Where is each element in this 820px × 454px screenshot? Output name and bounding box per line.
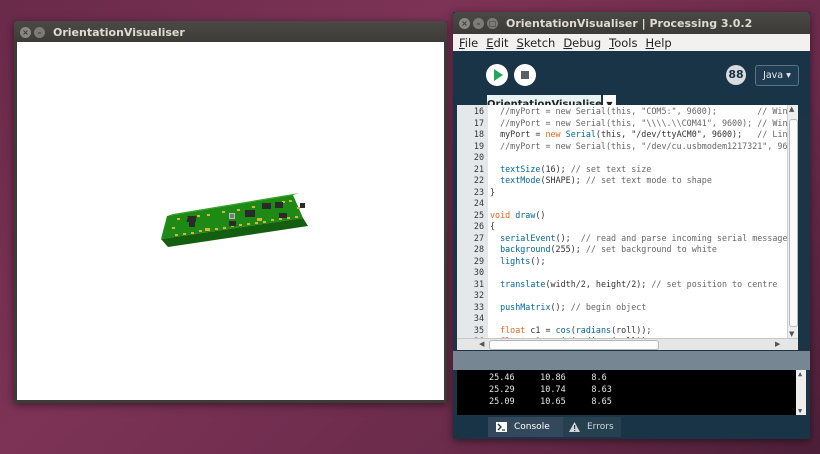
line-number: 22 [473, 175, 484, 185]
line-number: 16 [473, 106, 484, 116]
code-text: //myPort = new Serial(this, "COM5:", 960… [500, 106, 788, 116]
visualiser-titlebar[interactable]: × – OrientationVisualiser [14, 21, 447, 43]
line-number: 26 [473, 221, 484, 231]
line-number: 30 [473, 267, 484, 277]
code-text: lights(); [500, 255, 546, 266]
line-number: 33 [473, 301, 484, 312]
errors-tab-label: Errors [587, 422, 614, 432]
ide-titlebar[interactable]: × – □ OrientationVisualiser | Processing… [453, 12, 810, 34]
visualiser-window: × – OrientationVisualiser [14, 21, 447, 403]
tab-errors[interactable]: Errors [563, 417, 621, 437]
editor-console-splitter[interactable] [453, 351, 810, 370]
tab-console[interactable]: Console [488, 417, 563, 437]
window-minimize-icon[interactable]: – [34, 26, 45, 38]
editor-vertical-scroll-thumb[interactable] [789, 119, 798, 327]
warning-icon [569, 422, 580, 432]
console-line: 25.29 10.74 8.63 [489, 385, 612, 395]
menu-edit[interactable]: Edit [483, 36, 511, 50]
window-maximize-icon[interactable]: □ [487, 17, 498, 29]
code-text: background(255); // set background to wh… [500, 244, 717, 254]
code-text: //myPort = new Serial(this, "/dev/cu.usb… [500, 140, 788, 151]
line-number: 17 [473, 117, 484, 128]
pcb-board-render [161, 193, 308, 247]
console-line: 25.46 10.86 8.6 [489, 373, 607, 383]
console-output[interactable]: 25.46 10.86 8.6 25.29 10.74 8.63 25.09 1… [457, 370, 806, 415]
code-text: textMode(SHAPE); // set text mode to sha… [500, 175, 712, 185]
menu-bar: File Edit Sketch Debug Tools Help [453, 34, 810, 51]
debug-butterfly-icon[interactable]: 88 [726, 65, 746, 85]
editor-horizontal-scrollbar[interactable]: ◀ ▶ [457, 338, 798, 350]
console-tab-label: Console [514, 422, 550, 432]
line-number: 35 [473, 324, 484, 335]
window-close-icon[interactable]: × [459, 17, 470, 29]
code-text: void draw() [490, 209, 546, 220]
code-text: translate(width/2, height/2); // set pos… [500, 278, 778, 289]
menu-file[interactable]: File [456, 36, 481, 50]
terminal-icon [496, 422, 507, 432]
visualiser-title: OrientationVisualiser [53, 25, 185, 39]
scroll-left-icon[interactable]: ◀ [479, 340, 484, 348]
ide-toolbar: 88 Java ▾ [453, 51, 810, 95]
editor-vertical-scrollbar[interactable]: ▲ ▼ [787, 105, 798, 350]
console-scrollbar[interactable]: ▲ ▼ [796, 370, 806, 415]
line-number: 29 [473, 255, 484, 266]
code-text: //myPort = new Serial(this, "\\\\.\\COM4… [500, 117, 788, 128]
scroll-up-icon[interactable]: ▲ [798, 370, 802, 378]
run-button[interactable] [486, 64, 508, 86]
scroll-down-icon[interactable]: ▼ [798, 407, 802, 415]
code-text: } [490, 186, 496, 197]
code-text: myPort = new Serial(this, "/dev/ttyACM0"… [490, 129, 788, 139]
code-text: { [490, 221, 496, 231]
scroll-down-icon[interactable]: ▼ [789, 330, 794, 338]
ide-title: OrientationVisualiser | Processing 3.0.2 [506, 16, 753, 30]
menu-debug[interactable]: Debug [560, 36, 604, 50]
line-number: 27 [473, 232, 484, 243]
line-number: 21 [473, 163, 484, 174]
line-number: 23 [473, 186, 484, 197]
mode-selector[interactable]: Java ▾ [755, 65, 799, 86]
scroll-up-icon[interactable]: ▲ [789, 105, 794, 113]
line-number: 18 [473, 129, 484, 139]
menu-help[interactable]: Help [642, 36, 674, 50]
code-text: serialEvent(); // read and parse incomin… [500, 232, 788, 243]
line-number: 20 [473, 152, 484, 162]
sketch-canvas[interactable] [17, 42, 444, 400]
code-text: float c1 = cos(radians(roll)); [500, 324, 652, 335]
line-number: 28 [473, 244, 484, 254]
menu-sketch[interactable]: Sketch [514, 36, 559, 50]
menu-tools[interactable]: Tools [606, 36, 640, 50]
scroll-right-icon[interactable]: ▶ [775, 340, 780, 348]
code-editor[interactable]: 16 //myPort = new Serial(this, "COM5:", … [457, 105, 798, 350]
console-tabs: Console Errors [453, 415, 810, 439]
window-minimize-icon[interactable]: – [473, 17, 484, 29]
stop-button[interactable] [514, 64, 536, 86]
editor-horizontal-scroll-thumb[interactable] [489, 340, 659, 350]
line-number: 24 [473, 198, 484, 208]
line-number: 32 [473, 290, 484, 300]
processing-ide-window: × – □ OrientationVisualiser | Processing… [453, 12, 810, 439]
code-text: pushMatrix(); // begin object [500, 301, 647, 312]
line-number: 34 [473, 313, 484, 323]
line-number: 25 [473, 209, 484, 220]
code-text: textSize(16); // set text size [500, 163, 652, 174]
console-line: 25.09 10.65 8.65 [489, 397, 612, 407]
window-close-icon[interactable]: × [20, 26, 31, 38]
line-number: 19 [473, 140, 484, 151]
line-number: 31 [473, 278, 484, 289]
